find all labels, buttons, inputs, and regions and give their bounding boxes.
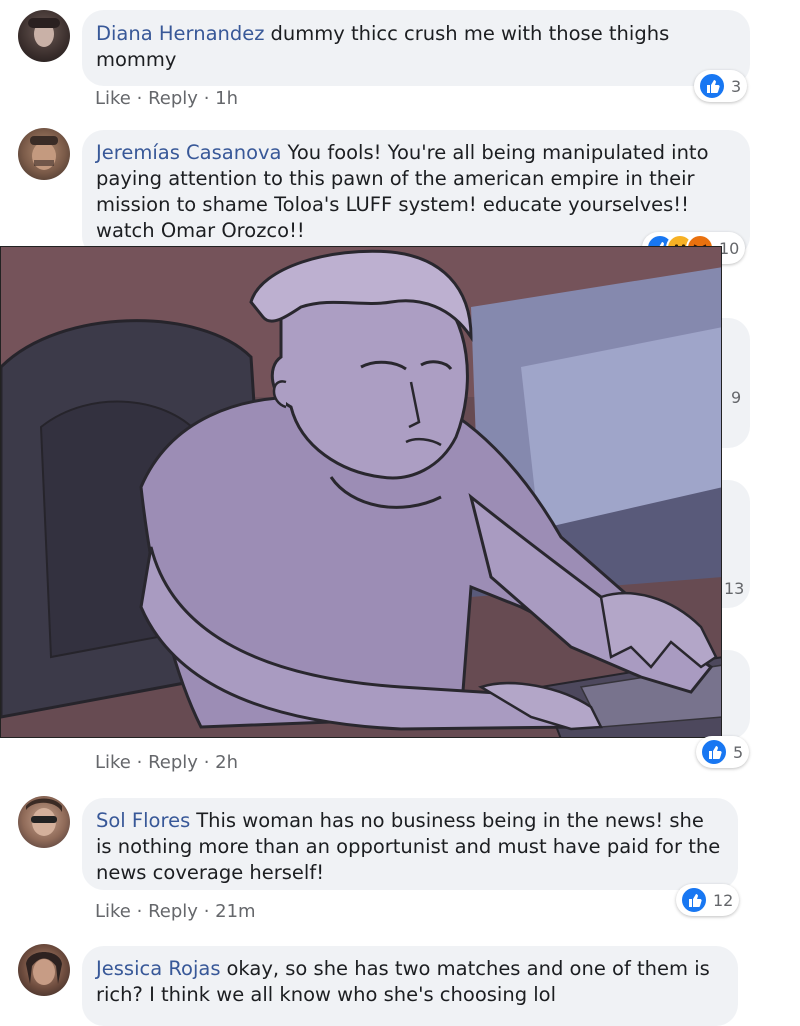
separator: · bbox=[203, 901, 210, 922]
reaction-count-partial: 9 bbox=[731, 388, 742, 407]
comment-actions: Like · Reply · 2h bbox=[95, 752, 238, 773]
avatar[interactable] bbox=[18, 944, 70, 996]
comment-bubble: Jessica Rojas okay, so she has two matche… bbox=[82, 946, 738, 1026]
comment-time[interactable]: 1h bbox=[215, 88, 238, 109]
avatar-photo bbox=[26, 952, 62, 985]
separator: · bbox=[136, 901, 143, 922]
comment-bubble: Sol Flores This woman has no business bei… bbox=[82, 798, 738, 890]
like-link[interactable]: Like bbox=[95, 901, 131, 922]
reply-link[interactable]: Reply bbox=[148, 901, 198, 922]
comment-bubble: Diana Hernandez dummy thicc crush me with… bbox=[82, 10, 750, 86]
reaction-count-partial: 13 bbox=[724, 579, 745, 598]
illustration-svg bbox=[1, 247, 721, 737]
avatar-photo bbox=[26, 798, 62, 836]
comment-bubble-hidden bbox=[722, 650, 750, 740]
reaction-count: 5 bbox=[733, 742, 744, 762]
like-link[interactable]: Like bbox=[95, 752, 131, 773]
avatar-photo bbox=[28, 18, 60, 47]
reaction-count: 10 bbox=[719, 238, 740, 258]
like-icon bbox=[680, 886, 708, 914]
reaction-count: 12 bbox=[713, 890, 734, 910]
comment-actions: Like · Reply · 21m bbox=[95, 901, 256, 922]
avatar[interactable] bbox=[18, 796, 70, 848]
illustration-man-typing bbox=[0, 246, 722, 738]
comment-bubble-hidden bbox=[722, 318, 750, 448]
reaction-summary[interactable]: 12 bbox=[676, 884, 740, 916]
comment-actions: Like · Reply · 1h bbox=[95, 88, 238, 109]
comment-author[interactable]: Jeremías Casanova bbox=[96, 141, 282, 164]
reply-link[interactable]: Reply bbox=[148, 752, 198, 773]
separator: · bbox=[203, 752, 210, 773]
comment-author[interactable]: Sol Flores bbox=[96, 809, 190, 832]
reaction-summary[interactable]: 5 bbox=[696, 736, 750, 768]
comment-time[interactable]: 2h bbox=[215, 752, 238, 773]
separator: · bbox=[136, 752, 143, 773]
comment-author[interactable]: Jessica Rojas bbox=[96, 957, 220, 980]
avatar-photo bbox=[30, 136, 58, 170]
reaction-count: 3 bbox=[731, 76, 742, 96]
separator: · bbox=[203, 88, 210, 109]
reaction-summary[interactable]: 3 bbox=[694, 70, 748, 102]
like-icon bbox=[698, 72, 726, 100]
avatar[interactable] bbox=[18, 128, 70, 180]
separator: · bbox=[136, 88, 143, 109]
avatar[interactable] bbox=[18, 10, 70, 62]
comment-author[interactable]: Diana Hernandez bbox=[96, 22, 265, 45]
comment-time[interactable]: 21m bbox=[215, 901, 255, 922]
like-icon bbox=[700, 738, 728, 766]
reply-link[interactable]: Reply bbox=[148, 88, 198, 109]
like-link[interactable]: Like bbox=[95, 88, 131, 109]
